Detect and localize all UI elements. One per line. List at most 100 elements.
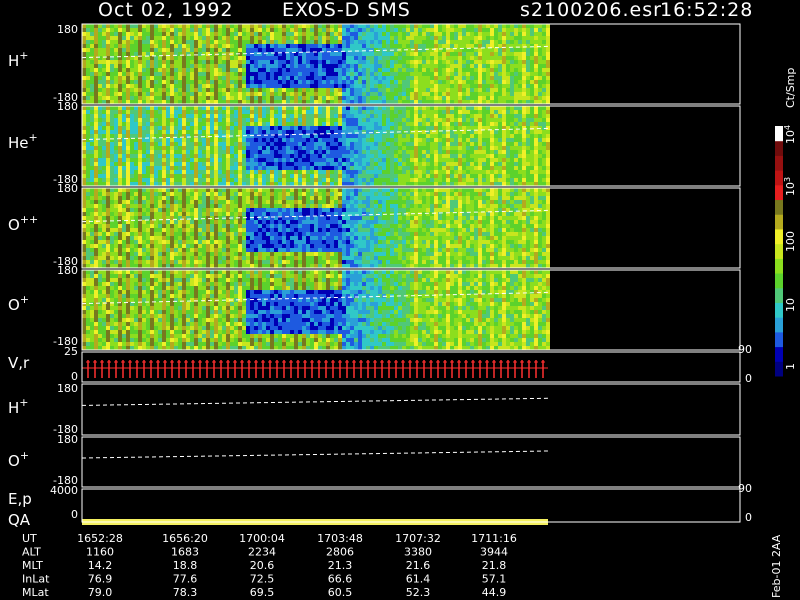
heat-cell <box>366 162 370 166</box>
heat-cell <box>146 170 150 174</box>
heat-cell <box>226 40 230 44</box>
heat-cell <box>502 182 506 186</box>
heat-cell <box>158 80 162 84</box>
heat-cell <box>438 114 442 118</box>
heat-cell <box>242 122 246 126</box>
heat-cell <box>198 106 202 110</box>
heat-cell <box>390 110 394 114</box>
heat-cell <box>110 224 114 228</box>
heat-cell <box>358 88 362 92</box>
heat-cell <box>162 126 166 130</box>
heat-cell <box>234 138 238 142</box>
heat-cell <box>502 36 506 40</box>
heat-cell <box>234 130 238 134</box>
heat-cell <box>342 44 346 48</box>
heat-cell <box>534 72 538 76</box>
heat-cell <box>370 162 374 166</box>
heat-cell <box>314 52 318 56</box>
heat-cell <box>118 264 122 268</box>
heat-cell <box>142 182 146 186</box>
heat-cell <box>82 60 86 64</box>
heat-cell <box>162 56 166 60</box>
heat-cell <box>146 36 150 40</box>
heat-cell <box>158 96 162 100</box>
heat-cell <box>394 134 398 138</box>
heat-cell <box>334 154 338 158</box>
heat-cell <box>138 92 142 96</box>
heat-cell <box>422 72 426 76</box>
heat-cell <box>294 36 298 40</box>
heat-cell <box>490 80 494 84</box>
heat-cell <box>162 150 166 154</box>
heat-cell <box>398 24 402 28</box>
heat-cell <box>498 182 502 186</box>
heat-cell <box>390 170 394 174</box>
heat-cell <box>250 32 254 36</box>
heat-cell <box>102 212 106 216</box>
heat-cell <box>370 138 374 142</box>
heat-cell <box>446 36 450 40</box>
heat-cell <box>346 96 350 100</box>
heat-cell <box>410 146 414 150</box>
heat-cell <box>306 142 310 146</box>
heat-cell <box>418 64 422 68</box>
heat-cell <box>314 80 318 84</box>
heat-cell <box>198 178 202 182</box>
heat-cell <box>126 32 130 36</box>
heat-cell <box>294 60 298 64</box>
heat-cell <box>506 130 510 134</box>
heat-cell <box>450 158 454 162</box>
heat-cell <box>178 40 182 44</box>
heat-cell <box>154 174 158 178</box>
heat-cell <box>86 114 90 118</box>
heat-cell <box>170 100 174 104</box>
heat-cell <box>526 130 530 134</box>
heat-cell <box>350 114 354 118</box>
heat-cell <box>174 24 178 28</box>
heat-cell <box>374 100 378 104</box>
heat-cell <box>278 126 282 130</box>
heat-cell <box>90 264 94 268</box>
heat-cell <box>442 40 446 44</box>
heat-cell <box>110 72 114 76</box>
heat-cell <box>326 44 330 48</box>
heat-cell <box>386 110 390 114</box>
heat-cell <box>90 196 94 200</box>
heat-cell <box>214 110 218 114</box>
heat-cell <box>246 64 250 68</box>
heat-cell <box>154 60 158 64</box>
heat-cell <box>326 68 330 72</box>
heat-cell <box>318 178 322 182</box>
heat-cell <box>290 36 294 40</box>
heat-cell <box>298 162 302 166</box>
heat-cell <box>106 32 110 36</box>
heat-cell <box>278 88 282 92</box>
heat-cell <box>422 68 426 72</box>
heat-cell <box>242 40 246 44</box>
heat-cell <box>510 52 514 56</box>
heat-cell <box>154 64 158 68</box>
heat-cell <box>410 32 414 36</box>
heat-cell <box>330 106 334 110</box>
heat-cell <box>238 100 242 104</box>
heat-cell <box>478 56 482 60</box>
heat-cell <box>238 80 242 84</box>
heat-cell <box>210 106 214 110</box>
heat-cell <box>474 118 478 122</box>
heat-cell <box>90 200 94 204</box>
heat-cell <box>486 40 490 44</box>
heat-cell <box>410 134 414 138</box>
heat-cell <box>274 60 278 64</box>
heat-cell <box>150 48 154 52</box>
heat-cell <box>238 32 242 36</box>
heat-cell <box>522 36 526 40</box>
heat-cell <box>178 60 182 64</box>
heat-cell <box>110 236 114 240</box>
heat-cell <box>134 88 138 92</box>
heat-cell <box>374 162 378 166</box>
heat-cell <box>290 110 294 114</box>
heat-cell <box>358 44 362 48</box>
heat-cell <box>382 122 386 126</box>
heat-cell <box>214 92 218 96</box>
heat-cell <box>486 84 490 88</box>
